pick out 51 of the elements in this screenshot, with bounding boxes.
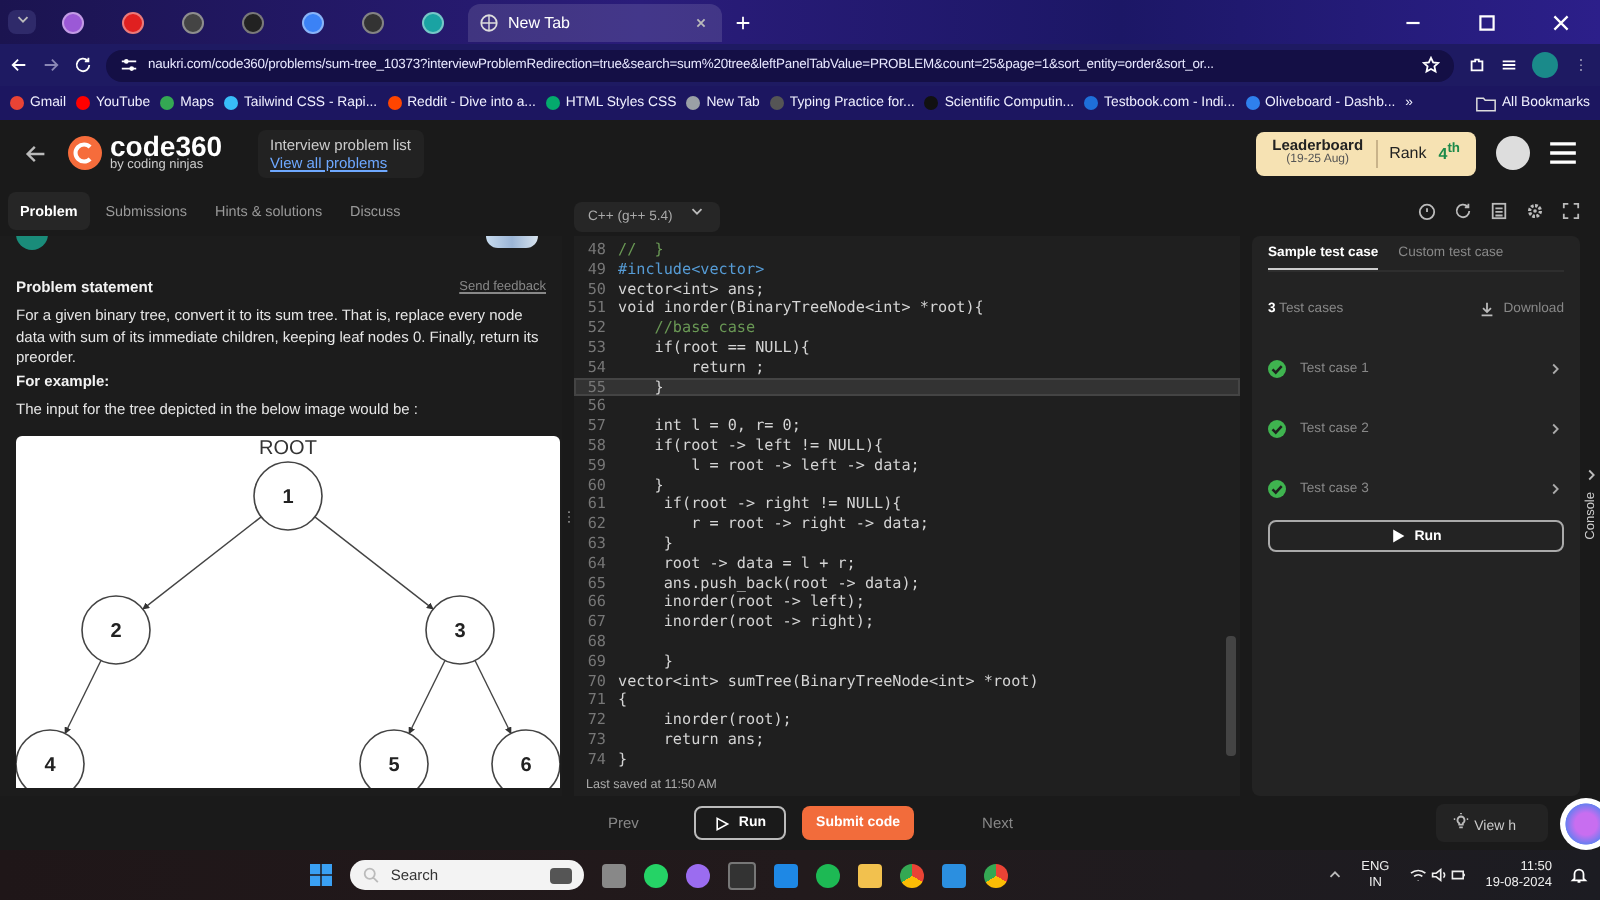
browser-icon[interactable] (984, 863, 1009, 887)
plus-icon[interactable] (734, 13, 752, 31)
browser-tab[interactable]: New Tab (468, 3, 722, 41)
close-icon[interactable] (1550, 11, 1572, 33)
reload-icon[interactable] (74, 56, 92, 74)
logo-icon (68, 136, 102, 170)
star-icon[interactable] (1422, 56, 1440, 74)
profile-avatar[interactable] (1532, 52, 1558, 78)
rank-value: 4$^{th}$ (1438, 142, 1460, 164)
tab-list-button[interactable] (8, 10, 36, 34)
site-settings-icon[interactable] (120, 56, 138, 74)
tree-node: 4 (16, 729, 85, 788)
play-icon (1390, 528, 1407, 544)
globe-icon (480, 13, 498, 31)
tree-edge-arrow (408, 659, 446, 735)
code-editor[interactable] (574, 236, 1240, 772)
tree-edge-arrow (64, 659, 102, 735)
download-icon (1477, 300, 1496, 318)
tree-node: 3 (425, 595, 495, 665)
close-icon[interactable] (692, 13, 710, 31)
scrollbar[interactable] (1226, 636, 1236, 756)
maximize-icon[interactable] (1476, 11, 1498, 33)
menu-icon[interactable] (1550, 142, 1576, 164)
bell-icon[interactable] (1570, 866, 1588, 884)
tree-edge-arrow (314, 516, 434, 610)
tree-node: 5 (359, 729, 429, 788)
play-outline-icon (714, 815, 731, 831)
list-icon[interactable] (1500, 56, 1518, 74)
root-caption: ROOT (259, 438, 317, 460)
tree-node: 1 (253, 461, 323, 531)
tree-node: 2 (81, 595, 151, 665)
tree-node: 6 (491, 729, 560, 788)
settings-icon[interactable] (1526, 202, 1544, 220)
browser-icon[interactable] (900, 863, 925, 887)
windows-start-icon[interactable] (310, 864, 333, 886)
wifi-volume-battery-icon[interactable] (1407, 866, 1468, 884)
user-avatar[interactable] (1496, 136, 1530, 170)
tree-edge-arrow (142, 516, 262, 610)
rank-label: Rank (1389, 144, 1427, 162)
notes-icon[interactable] (1490, 202, 1508, 220)
back-arrow-icon[interactable] (24, 141, 48, 165)
forward-arrow-icon[interactable] (42, 56, 60, 74)
bulb-icon (1452, 812, 1471, 830)
camera-icon (550, 867, 573, 883)
fullscreen-icon[interactable] (1562, 202, 1580, 220)
logo-wordmark: code360 (110, 132, 223, 161)
tree-edge-arrow (474, 659, 512, 735)
search-icon (362, 866, 381, 884)
timer-icon[interactable] (1418, 202, 1436, 220)
refresh-icon[interactable] (1454, 202, 1472, 220)
assistant-bubble-icon[interactable] (1560, 797, 1600, 849)
